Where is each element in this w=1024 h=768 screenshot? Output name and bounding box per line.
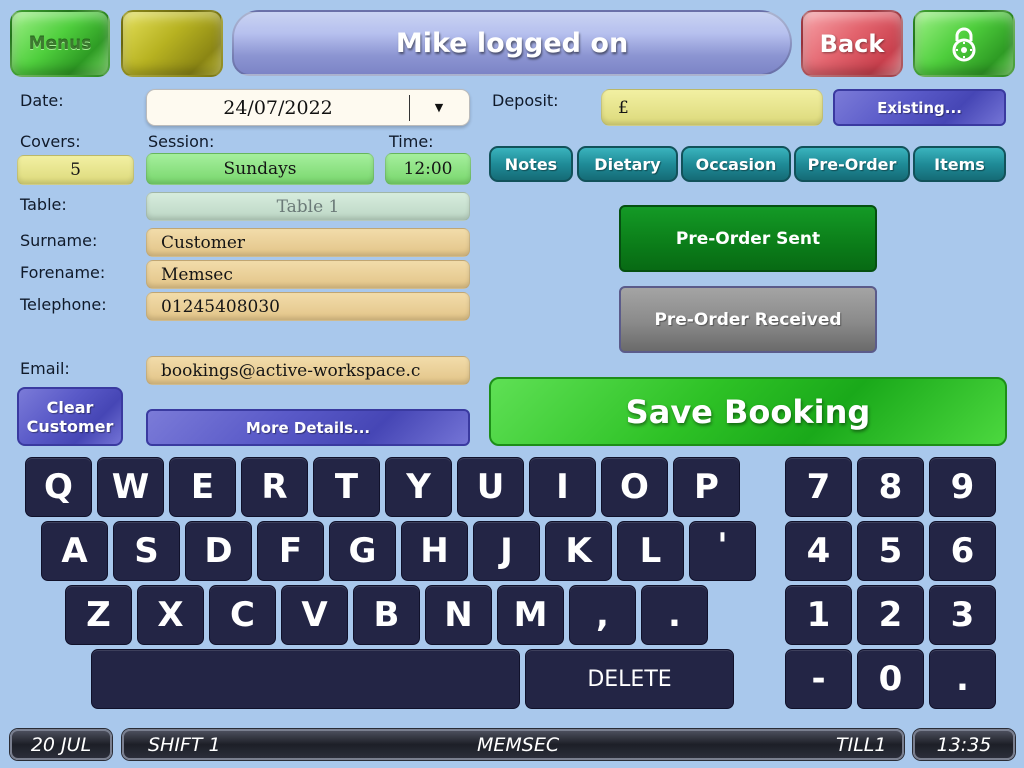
key-k[interactable]: K xyxy=(545,521,612,581)
padlock-icon xyxy=(952,27,976,61)
key-j[interactable]: J xyxy=(473,521,540,581)
key-d[interactable]: D xyxy=(185,521,252,581)
back-label: Back xyxy=(819,29,885,58)
key-2[interactable]: 2 xyxy=(857,585,924,645)
key-minus[interactable]: - xyxy=(785,649,852,709)
status-time: 13:35 xyxy=(913,729,1015,760)
key-3[interactable]: 3 xyxy=(929,585,996,645)
key-1[interactable]: 1 xyxy=(785,585,852,645)
telephone-field[interactable]: 01245408030 xyxy=(146,292,470,321)
back-button[interactable]: Back xyxy=(801,10,903,77)
title-bar: Mike logged on xyxy=(232,10,792,76)
forename-label: Forename: xyxy=(20,263,106,282)
deposit-field[interactable]: £ xyxy=(601,89,823,126)
existing-button[interactable]: Existing... xyxy=(833,89,1006,126)
tab-dietary[interactable]: Dietary xyxy=(577,146,678,182)
covers-label: Covers: xyxy=(20,132,81,151)
status-till: TILL1 xyxy=(836,733,887,756)
forename-field[interactable]: Memsec xyxy=(146,260,470,289)
key-apostrophe[interactable]: ' xyxy=(689,521,756,581)
key-delete[interactable]: DELETE xyxy=(525,649,734,709)
key-y[interactable]: Y xyxy=(385,457,452,517)
caret-down-icon[interactable]: ▼ xyxy=(427,90,451,125)
key-h[interactable]: H xyxy=(401,521,468,581)
key-v[interactable]: V xyxy=(281,585,348,645)
status-date: 20 JUL xyxy=(10,729,112,760)
status-shift: SHIFT 1 xyxy=(148,733,221,756)
time-label: Time: xyxy=(389,132,434,151)
tab-pre-order[interactable]: Pre-Order xyxy=(794,146,910,182)
key-comma[interactable]: , xyxy=(569,585,636,645)
surname-field[interactable]: Customer xyxy=(146,228,470,257)
key-4[interactable]: 4 xyxy=(785,521,852,581)
menus-button[interactable]: Menus xyxy=(10,10,110,77)
key-m[interactable]: M xyxy=(497,585,564,645)
covers-field[interactable]: 5 xyxy=(17,155,134,185)
key-i[interactable]: I xyxy=(529,457,596,517)
key-space[interactable] xyxy=(91,649,520,709)
save-booking-button[interactable]: Save Booking xyxy=(489,377,1007,446)
key-g[interactable]: G xyxy=(329,521,396,581)
status-bar-main: SHIFT 1 MEMSEC TILL1 xyxy=(122,729,904,760)
key-t[interactable]: T xyxy=(313,457,380,517)
key-r[interactable]: R xyxy=(241,457,308,517)
deposit-label: Deposit: xyxy=(492,91,559,110)
key-5[interactable]: 5 xyxy=(857,521,924,581)
blank-olive-button[interactable] xyxy=(121,10,223,77)
table-field[interactable]: Table 1 xyxy=(146,192,470,221)
key-8[interactable]: 8 xyxy=(857,457,924,517)
date-separator xyxy=(409,95,410,121)
key-f[interactable]: F xyxy=(257,521,324,581)
key-c[interactable]: C xyxy=(209,585,276,645)
date-picker[interactable]: 24/07/2022 ▼ xyxy=(146,89,470,126)
session-label: Session: xyxy=(148,132,215,151)
key-x[interactable]: X xyxy=(137,585,204,645)
surname-label: Surname: xyxy=(20,231,98,250)
key-o[interactable]: O xyxy=(601,457,668,517)
email-field[interactable]: bookings@active-workspace.c xyxy=(146,356,470,385)
key-e[interactable]: E xyxy=(169,457,236,517)
session-field[interactable]: Sundays xyxy=(146,153,374,185)
key-a[interactable]: A xyxy=(41,521,108,581)
page-title: Mike logged on xyxy=(395,27,629,59)
key-period[interactable]: . xyxy=(641,585,708,645)
key-0[interactable]: 0 xyxy=(857,649,924,709)
key-w[interactable]: W xyxy=(97,457,164,517)
key-b[interactable]: B xyxy=(353,585,420,645)
clear-customer-button[interactable]: Clear Customer xyxy=(17,387,123,446)
key-u[interactable]: U xyxy=(457,457,524,517)
email-label: Email: xyxy=(20,359,70,378)
menus-label: Menus xyxy=(28,33,92,54)
telephone-label: Telephone: xyxy=(20,295,107,314)
tab-notes[interactable]: Notes xyxy=(489,146,573,182)
key-6[interactable]: 6 xyxy=(929,521,996,581)
status-user: MEMSEC xyxy=(477,733,560,756)
key-s[interactable]: S xyxy=(113,521,180,581)
key-l[interactable]: L xyxy=(617,521,684,581)
key-decimal[interactable]: . xyxy=(929,649,996,709)
key-p[interactable]: P xyxy=(673,457,740,517)
table-label: Table: xyxy=(20,195,67,214)
key-n[interactable]: N xyxy=(425,585,492,645)
more-details-button[interactable]: More Details... xyxy=(146,409,470,446)
date-label: Date: xyxy=(20,91,64,110)
key-q[interactable]: Q xyxy=(25,457,92,517)
date-value: 24/07/2022 xyxy=(223,96,333,119)
lock-button[interactable] xyxy=(913,10,1015,77)
tab-occasion[interactable]: Occasion xyxy=(681,146,791,182)
key-7[interactable]: 7 xyxy=(785,457,852,517)
key-9[interactable]: 9 xyxy=(929,457,996,517)
time-field[interactable]: 12:00 xyxy=(385,153,471,185)
preorder-sent-button[interactable]: Pre-Order Sent xyxy=(619,205,877,272)
key-z[interactable]: Z xyxy=(65,585,132,645)
tab-items[interactable]: Items xyxy=(913,146,1006,182)
preorder-received-button[interactable]: Pre-Order Received xyxy=(619,286,877,353)
